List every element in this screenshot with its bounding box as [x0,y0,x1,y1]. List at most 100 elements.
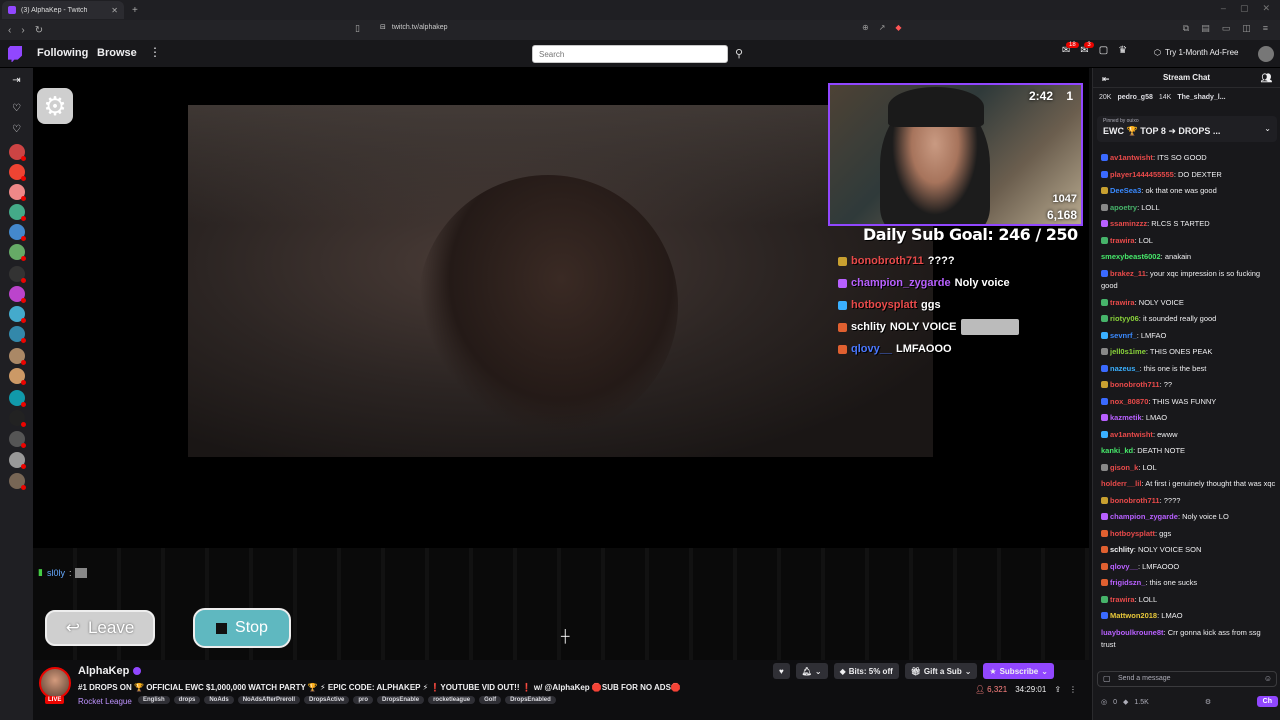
reload-icon[interactable]: ↻ [35,25,43,36]
close-tab-icon[interactable]: ✕ [111,6,118,15]
more-options-icon[interactable]: ⋮ [1069,685,1077,694]
chat-username[interactable]: brakez_11 [1110,269,1146,278]
chat-username[interactable]: bonobroth711 [1110,380,1160,389]
minimize-icon[interactable]: – [1221,3,1226,14]
chat-input[interactable]: ▢ Send a message ☺ [1097,671,1277,687]
tag[interactable]: drops [173,696,201,704]
chat-username[interactable]: champion_zygarde [1110,512,1178,521]
badge-icon[interactable] [1101,414,1108,421]
pinned-message[interactable]: Pinned by ouixo EWC 🏆 TOP 8 ➜ DROPS ... … [1097,116,1277,142]
badge-icon[interactable] [1101,331,1108,339]
collapse-chat-icon[interactable]: ⇤ [1102,74,1110,85]
back-icon[interactable]: ‹ [8,25,11,36]
chat-username[interactable]: DeeSea3 [1110,186,1141,195]
badge-icon[interactable] [1101,562,1108,570]
emote-picker-icon[interactable]: ☺ [1264,674,1272,683]
chat-username[interactable]: Mattwon2018 [1110,611,1157,620]
crown-icon[interactable]: ♛ [1118,45,1127,56]
tag[interactable]: English [138,696,170,704]
chat-username[interactable]: nox_80870 [1110,397,1148,406]
subscribe-button[interactable]: ★ Subscribe ⌄ [983,663,1054,679]
badge-icon[interactable] [1101,397,1108,405]
chat-username[interactable]: qlovy__ [1110,562,1138,571]
badge-icon[interactable] [1101,463,1108,471]
bits-button[interactable]: ◆ Bits: 5% off [833,663,899,679]
url-field[interactable]: ⊟ twitch.tv/alphakep [380,23,448,32]
menu-icon[interactable]: ≡ [1263,23,1268,34]
tag[interactable]: DropsEnabled [505,696,556,704]
chat-username[interactable]: ssaminzzz [1110,219,1147,228]
tag[interactable]: Golf [479,696,502,704]
maximize-icon[interactable]: ▢ [1240,3,1249,14]
zoom-icon[interactable]: ⊕ [862,23,869,32]
sidebar-icon[interactable]: ▤ [1201,23,1210,34]
notifications-icon[interactable]: ✉ 18 [1062,42,1079,56]
chat-username[interactable]: riotyy06 [1110,314,1139,323]
chat-username[interactable]: jell0s1ime [1110,347,1146,356]
video-player[interactable]: ⚙ 2:42 1 1047 6,168 Daily Sub Goal: 246 … [33,68,1089,660]
close-window-icon[interactable]: ✕ [1262,3,1270,14]
chat-username[interactable]: luayboulkroune8t [1101,628,1164,637]
channel-avatar[interactable] [9,326,26,343]
channel-avatar[interactable] [9,144,26,161]
chat-username[interactable]: holderr__lil [1101,479,1141,488]
bookmark-icon[interactable]: ▯ [355,23,360,34]
share-icon[interactable]: ⇪ [1054,685,1061,694]
badge-icon[interactable] [1101,187,1108,194]
gift-icon[interactable]: ▢ [1103,674,1111,683]
stop-button[interactable]: Stop [193,608,291,648]
chat-username[interactable]: kanki_kd [1101,446,1133,455]
search-input[interactable] [532,45,728,63]
channel-avatar[interactable] [9,431,26,448]
channel-avatar[interactable] [9,204,26,221]
badge-icon[interactable] [1101,154,1108,161]
search-icon[interactable]: ⚲ [730,45,748,63]
heart-icon[interactable]: ♡ [11,124,22,135]
badge-icon[interactable] [1101,546,1108,553]
channel-avatar[interactable] [9,473,26,490]
badge-icon[interactable] [1101,348,1108,355]
split-icon[interactable]: ◫ [1242,23,1251,34]
user-avatar[interactable] [1258,46,1274,62]
badge-icon[interactable] [1101,595,1108,603]
tag[interactable]: rocketleague [428,696,476,704]
badge-icon[interactable] [1101,236,1108,244]
leave-button[interactable]: ↩ Leave [45,610,155,646]
chat-username[interactable]: gison_k [1110,463,1138,472]
chat-username[interactable]: trawira [1110,595,1135,604]
ad-free-button[interactable]: ⬡ Try 1-Month Ad-Free [1154,48,1239,57]
chat-username[interactable]: kazmetik [1110,413,1142,422]
badge-icon[interactable] [1101,269,1108,277]
nav-browse[interactable]: Browse [97,47,137,59]
badge-icon[interactable] [1101,513,1108,520]
chat-username[interactable]: av1antwisht [1110,153,1153,162]
channel-avatar[interactable] [9,224,26,241]
chat-username[interactable]: hotboysplatt [1110,529,1155,538]
wallet-icon[interactable]: ▭ [1222,23,1231,34]
chat-username[interactable]: bonobroth711 [1110,496,1160,505]
channel-avatar[interactable] [9,164,26,181]
category-link[interactable]: Rocket League [78,697,132,706]
badge-icon[interactable] [1101,612,1108,619]
badge-icon[interactable] [1101,579,1108,586]
badge-icon[interactable] [1101,529,1108,537]
badge-icon[interactable] [1101,381,1108,388]
badge-icon[interactable] [1101,364,1108,372]
channel-avatar[interactable] [9,266,26,283]
tag[interactable]: pro [353,696,374,704]
new-tab-icon[interactable]: + [132,5,138,16]
chat-username[interactable]: trawira [1110,298,1135,307]
chat-username[interactable]: av1antwisht [1110,430,1153,439]
following-icon[interactable]: ♡ [11,103,22,114]
brave-shield-icon[interactable]: ◆ [895,23,901,32]
channel-avatar[interactable] [9,306,26,323]
gear-icon[interactable]: ⚙ [37,88,73,124]
channel-name-row[interactable]: AlphaKep [78,665,142,677]
notifications-bell-button[interactable]: 🔔︎ ⌄ [795,663,828,679]
chat-username[interactable]: smexybeast6002 [1101,252,1161,261]
badge-icon[interactable] [1101,315,1108,322]
twitch-logo-icon[interactable] [8,46,22,62]
chat-username[interactable]: frigidszn_ [1110,578,1145,587]
prime-icon[interactable]: ▢ [1099,45,1108,56]
channel-avatar[interactable] [9,368,26,385]
